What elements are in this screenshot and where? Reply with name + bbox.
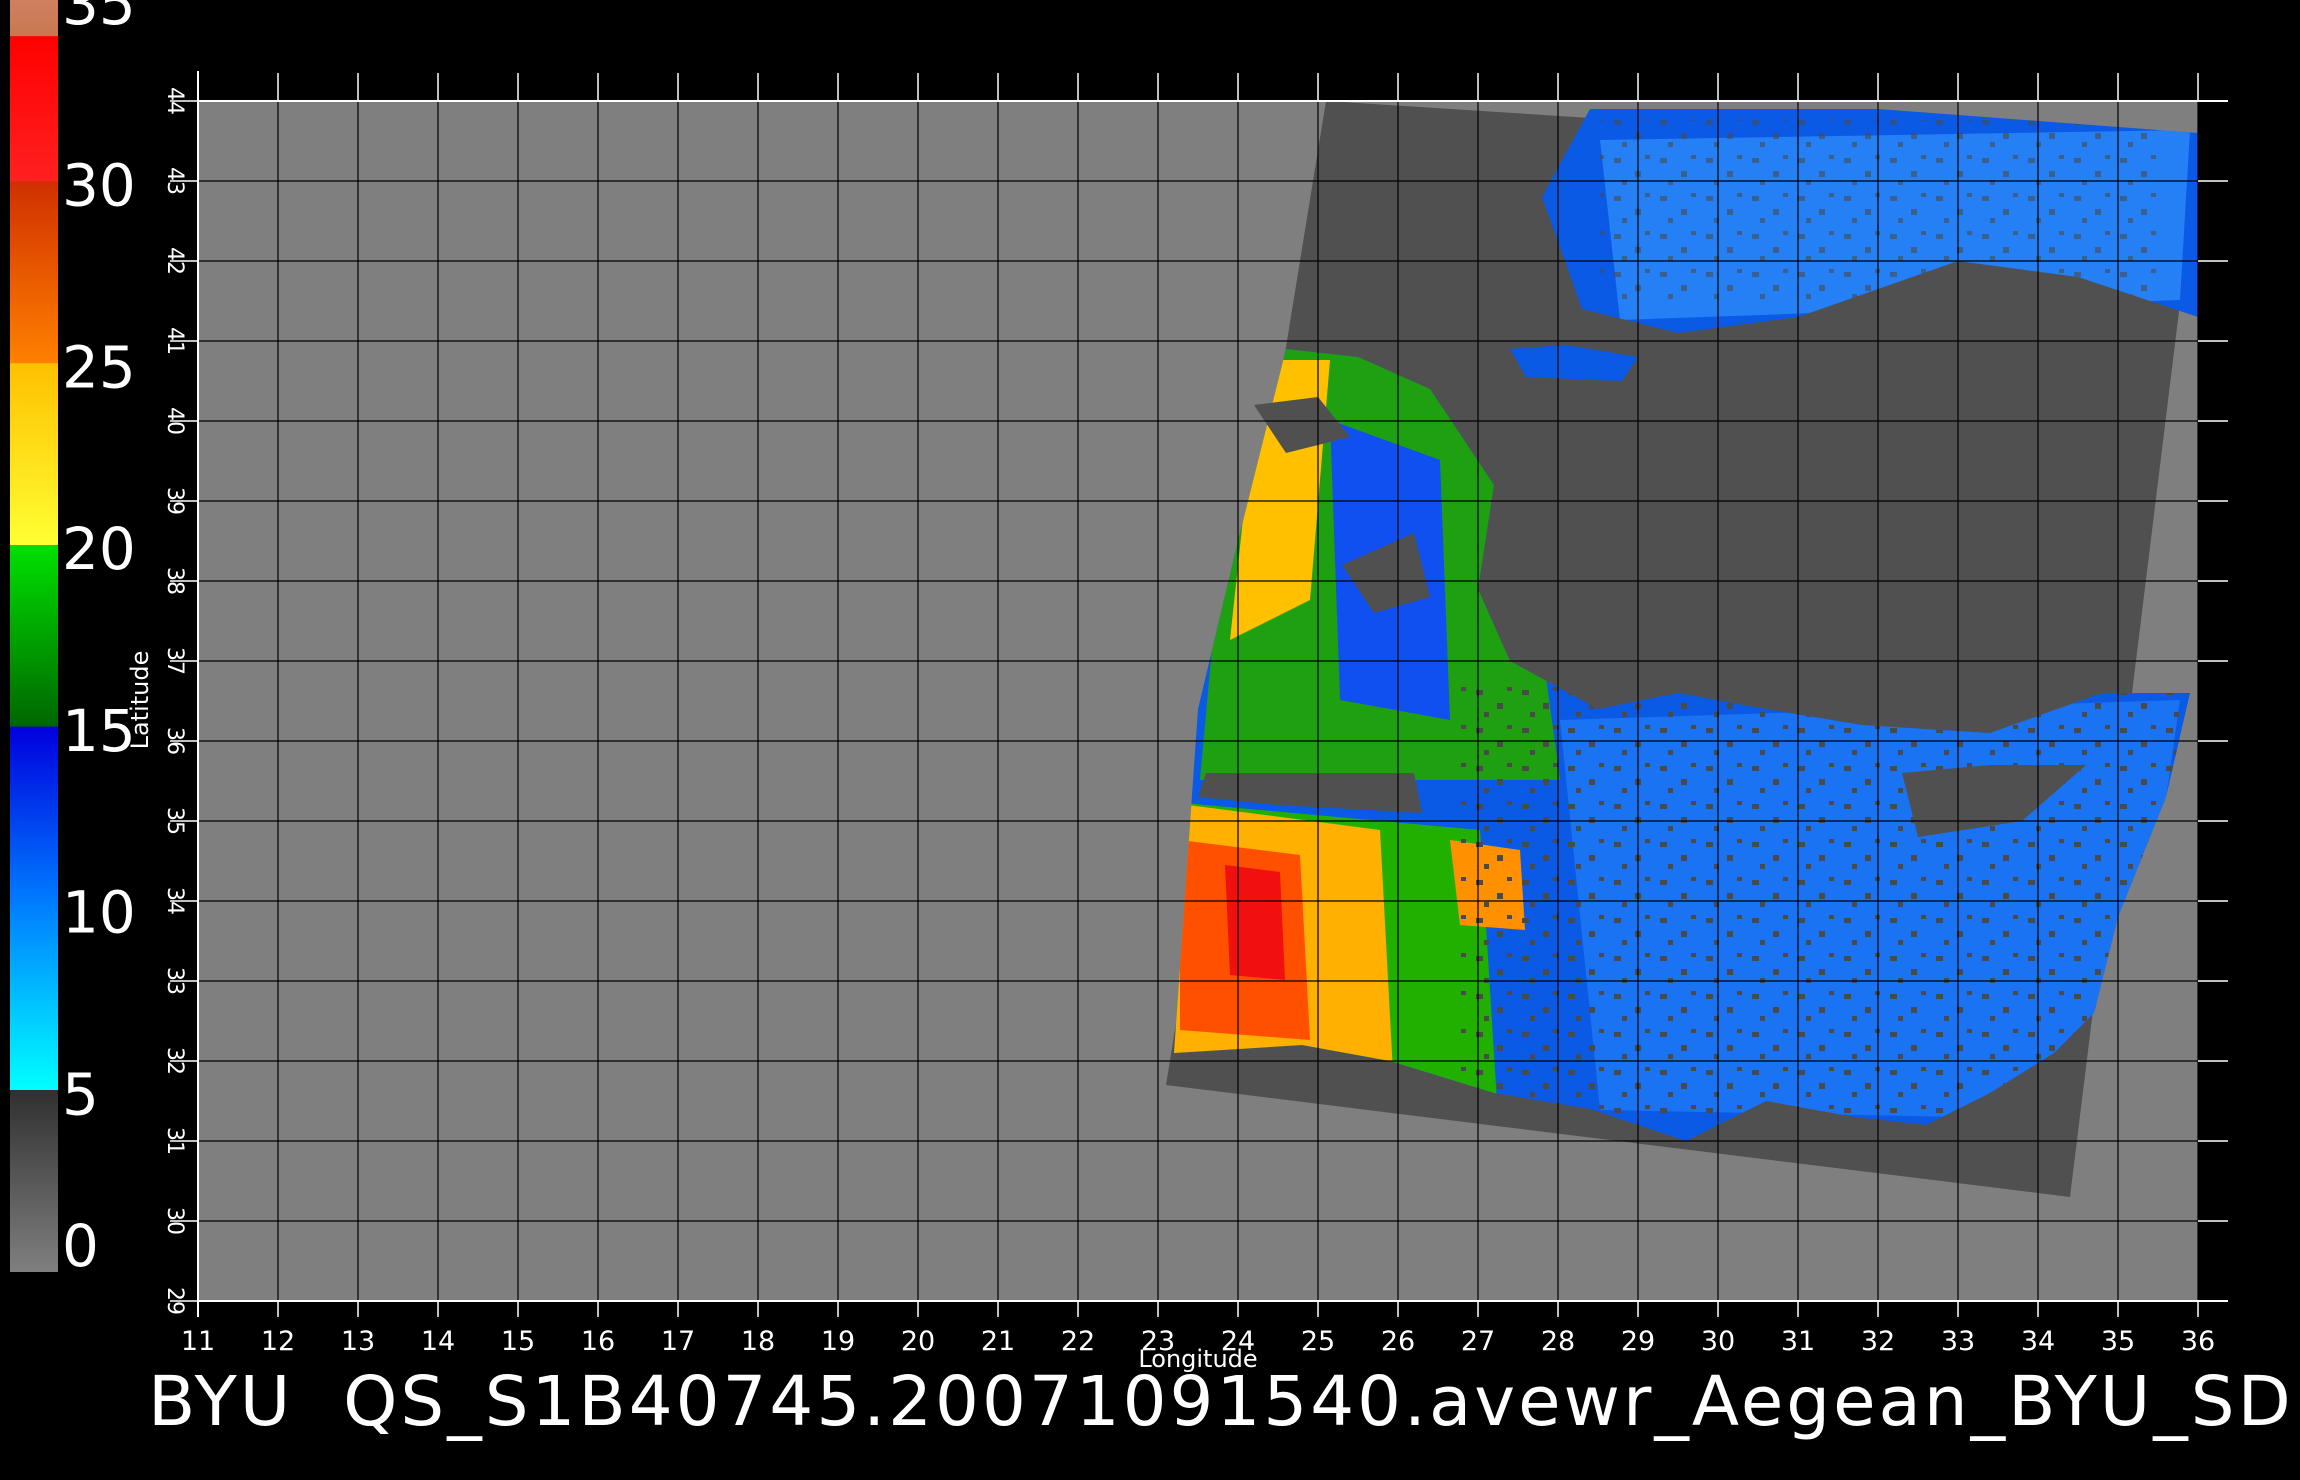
longitude-tick-label: 35 [2101,1326,2135,1357]
latitude-tick-label: 40 [162,407,187,435]
latitude-tick-label: 39 [162,487,187,515]
longitude-tick-label: 17 [661,1326,695,1357]
longitude-tick-label: 30 [1701,1326,1735,1357]
longitude-tick-label: 36 [2181,1326,2215,1357]
longitude-tick-label: 21 [981,1326,1015,1357]
colorbar-tick-label: 15 [62,697,136,765]
longitude-tick-label: 18 [741,1326,775,1357]
wind-map-figure: 0 5 10 15 20 25 30 35 11 12 13 14 15 16 17 18 19 20 21 22 2… [10,0,2228,1373]
colorbar-tick-label: 20 [62,515,136,583]
longitude-tick-label: 22 [1061,1326,1095,1357]
latitude-tick-label: 41 [162,327,187,355]
latitude-tick-label: 37 [162,647,187,675]
longitude-tick-label: 12 [261,1326,295,1357]
longitude-tick-label: 34 [2021,1326,2055,1357]
longitude-tick-label: 29 [1621,1326,1655,1357]
longitude-tick-label: 25 [1301,1326,1335,1357]
latitude-tick-label: 42 [162,247,187,275]
latitude-tick-labels: 29 30 31 32 33 34 35 36 37 38 39 40 41 42 43 44 [162,87,187,1315]
latitude-tick-label: 31 [162,1127,187,1155]
longitude-tick-label: 20 [901,1326,935,1357]
colorbar-tick-label: 10 [62,879,136,947]
longitude-tick-label: 14 [421,1326,455,1357]
latitude-tick-label: 32 [162,1047,187,1075]
longitude-tick-label: 32 [1861,1326,1895,1357]
colorbar-ramp [10,0,58,1272]
longitude-tick-label: 11 [181,1326,215,1357]
longitude-tick-label: 27 [1461,1326,1495,1357]
colorbar-tick-label: 5 [62,1060,99,1128]
colorbar-tick-labels: 0 5 10 15 20 25 30 35 [62,0,136,1280]
longitude-tick-label: 33 [1941,1326,1975,1357]
latitude-tick-label: 30 [162,1207,187,1235]
latitude-axis-label: Latitude [126,651,154,750]
latitude-tick-label: 33 [162,967,187,995]
longitude-tick-label: 28 [1541,1326,1575,1357]
latitude-tick-label: 34 [162,887,187,915]
longitude-tick-label: 13 [341,1326,375,1357]
latitude-tick-label: 35 [162,807,187,835]
longitude-tick-label: 31 [1781,1326,1815,1357]
colorbar-tick-label: 0 [62,1212,99,1280]
rain-flagged-pixels [1600,120,2160,300]
latitude-tick-label: 36 [162,727,187,755]
colorbar-tick-label: 30 [62,152,136,220]
latitude-tick-label: 29 [162,1287,187,1315]
colorbar-tick-label: 25 [62,333,136,401]
longitude-tick-label: 26 [1381,1326,1415,1357]
latitude-tick-label: 38 [162,567,187,595]
longitude-tick-label: 19 [821,1326,855,1357]
colorbar [10,0,58,1272]
high-wind-zone [1225,865,1285,980]
figure-title: BYU QS_S1B40745.20071091540.avewr_Aegean… [148,1362,2300,1442]
longitude-tick-label: 16 [581,1326,615,1357]
latitude-tick-label: 43 [162,167,187,195]
longitude-tick-label: 15 [501,1326,535,1357]
colorbar-tick-label: 35 [62,0,136,38]
latitude-tick-label: 44 [162,87,187,115]
